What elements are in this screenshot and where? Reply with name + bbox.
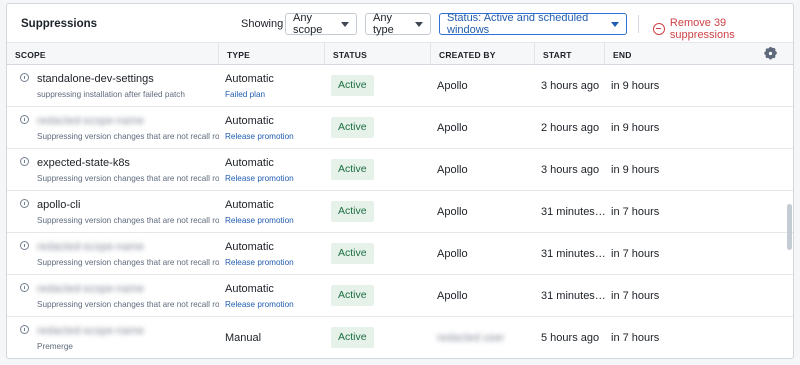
type-label: Automatic	[225, 73, 274, 85]
type-label: Automatic	[225, 283, 274, 295]
chevron-down-icon	[341, 21, 349, 27]
created-by: redacted user	[437, 332, 505, 344]
column-header-created-by[interactable]: CREATED BY	[431, 43, 535, 65]
gear-icon[interactable]	[764, 47, 777, 60]
suppressions-panel: Suppressions Showing Any scope Any type …	[6, 3, 794, 359]
panel-header: Suppressions Showing Any scope Any type …	[7, 4, 793, 42]
chevron-down-icon	[611, 21, 619, 27]
start-time: 31 minutes…	[541, 290, 606, 302]
start-time: 31 minutes…	[541, 206, 606, 218]
status-badge: Active	[331, 285, 374, 306]
status-badge: Active	[331, 201, 374, 222]
end-time: in 7 hours	[611, 206, 660, 218]
type-detail-link[interactable]: Failed plan	[225, 90, 265, 99]
table-body: standalone-dev-settings suppressing insta…	[7, 65, 793, 358]
remove-suppressions-label: Remove 39 suppressions	[669, 17, 735, 41]
type-label: Automatic	[225, 157, 274, 169]
start-time: 3 hours ago	[541, 80, 600, 92]
vertical-scrollbar[interactable]	[787, 204, 792, 250]
status-badge: Active	[331, 243, 374, 264]
type-label: Automatic	[225, 199, 274, 211]
status-badge: Active	[331, 327, 374, 348]
status-badge: Active	[331, 75, 374, 96]
column-header-start[interactable]: START	[535, 43, 605, 65]
type-detail-link[interactable]: Release promotion	[225, 216, 294, 225]
info-icon[interactable]	[20, 115, 29, 124]
info-icon[interactable]	[20, 241, 29, 250]
header-divider	[638, 15, 639, 33]
chevron-down-icon	[415, 21, 423, 27]
created-by: Apollo	[437, 164, 468, 176]
scope-name[interactable]: apollo-cli	[37, 199, 80, 211]
end-time: in 9 hours	[611, 164, 660, 176]
column-header-status[interactable]: STATUS	[325, 43, 431, 65]
table-row[interactable]: standalone-dev-settings suppressing insta…	[7, 65, 793, 107]
info-icon[interactable]	[20, 157, 29, 166]
end-time: in 7 hours	[611, 290, 660, 302]
created-by: Apollo	[437, 122, 468, 134]
scope-name[interactable]: redacted-scope-name	[37, 241, 144, 253]
table-row[interactable]: apollo-cli Suppressing version changes th…	[7, 191, 793, 233]
type-filter-value: Any type	[373, 12, 394, 36]
end-time: in 7 hours	[611, 248, 660, 260]
status-badge: Active	[331, 159, 374, 180]
scope-description: Suppressing version changes that are not…	[37, 216, 219, 225]
info-icon[interactable]	[20, 73, 29, 82]
scope-name[interactable]: standalone-dev-settings	[37, 73, 154, 85]
type-label: Automatic	[225, 241, 274, 253]
remove-suppressions-button[interactable]: Remove 39 suppressions	[653, 17, 793, 41]
table-row[interactable]: expected-state-k8s Suppressing version ch…	[7, 149, 793, 191]
table-row[interactable]: redacted-scope-name Suppressing version c…	[7, 233, 793, 275]
table-row[interactable]: redacted-scope-name Suppressing version c…	[7, 275, 793, 317]
start-time: 31 minutes…	[541, 248, 606, 260]
scope-name[interactable]: redacted-scope-name	[37, 325, 144, 337]
scope-name[interactable]: redacted-scope-name	[37, 115, 144, 127]
showing-label: Showing	[241, 18, 284, 30]
start-time: 3 hours ago	[541, 164, 600, 176]
panel-title: Suppressions	[21, 18, 98, 30]
type-label: Automatic	[225, 115, 274, 127]
end-time: in 9 hours	[611, 80, 660, 92]
scope-filter-value: Any scope	[293, 12, 323, 36]
status-badge: Active	[331, 117, 374, 138]
type-detail-link[interactable]: Release promotion	[225, 132, 294, 141]
created-by: Apollo	[437, 248, 468, 260]
scope-description: Suppressing version changes that are not…	[37, 174, 219, 183]
scope-description: Suppressing version changes that are not…	[37, 132, 219, 141]
type-label: Manual	[225, 332, 262, 344]
info-icon[interactable]	[20, 199, 29, 208]
table-row[interactable]: redacted-scope-name Suppressing version c…	[7, 107, 793, 149]
start-time: 5 hours ago	[541, 332, 600, 344]
table-header: SCOPE TYPE STATUS CREATED BY START END	[7, 42, 793, 65]
scope-description: Suppressing version changes that are not…	[37, 300, 219, 309]
type-detail-link[interactable]: Release promotion	[225, 300, 294, 309]
column-header-scope[interactable]: SCOPE	[7, 43, 219, 65]
end-time: in 7 hours	[611, 332, 660, 344]
remove-circle-icon	[653, 23, 665, 35]
scope-description: Premerge	[37, 342, 73, 351]
created-by: Apollo	[437, 206, 468, 218]
scope-filter-dropdown[interactable]: Any scope	[285, 12, 357, 36]
table-row[interactable]: redacted-scope-name Premerge Manual Active r…	[7, 317, 793, 358]
scope-description: suppressing installation after failed pa…	[37, 90, 185, 99]
scope-name[interactable]: expected-state-k8s	[37, 157, 130, 169]
column-header-type[interactable]: TYPE	[219, 43, 325, 65]
type-filter-dropdown[interactable]: Any type	[365, 12, 431, 36]
type-detail-link[interactable]: Release promotion	[225, 174, 294, 183]
end-time: in 9 hours	[611, 122, 660, 134]
info-icon[interactable]	[20, 283, 29, 292]
status-filter-value: Status: Active and scheduled windows	[447, 12, 589, 36]
created-by: Apollo	[437, 80, 468, 92]
info-icon[interactable]	[20, 325, 29, 334]
type-detail-link[interactable]: Release promotion	[225, 258, 294, 267]
status-filter-dropdown[interactable]: Status: Active and scheduled windows	[439, 12, 627, 36]
scope-name[interactable]: redacted-scope-name	[37, 283, 144, 295]
start-time: 2 hours ago	[541, 122, 600, 134]
created-by: Apollo	[437, 290, 468, 302]
scope-description: Suppressing version changes that are not…	[37, 258, 219, 267]
